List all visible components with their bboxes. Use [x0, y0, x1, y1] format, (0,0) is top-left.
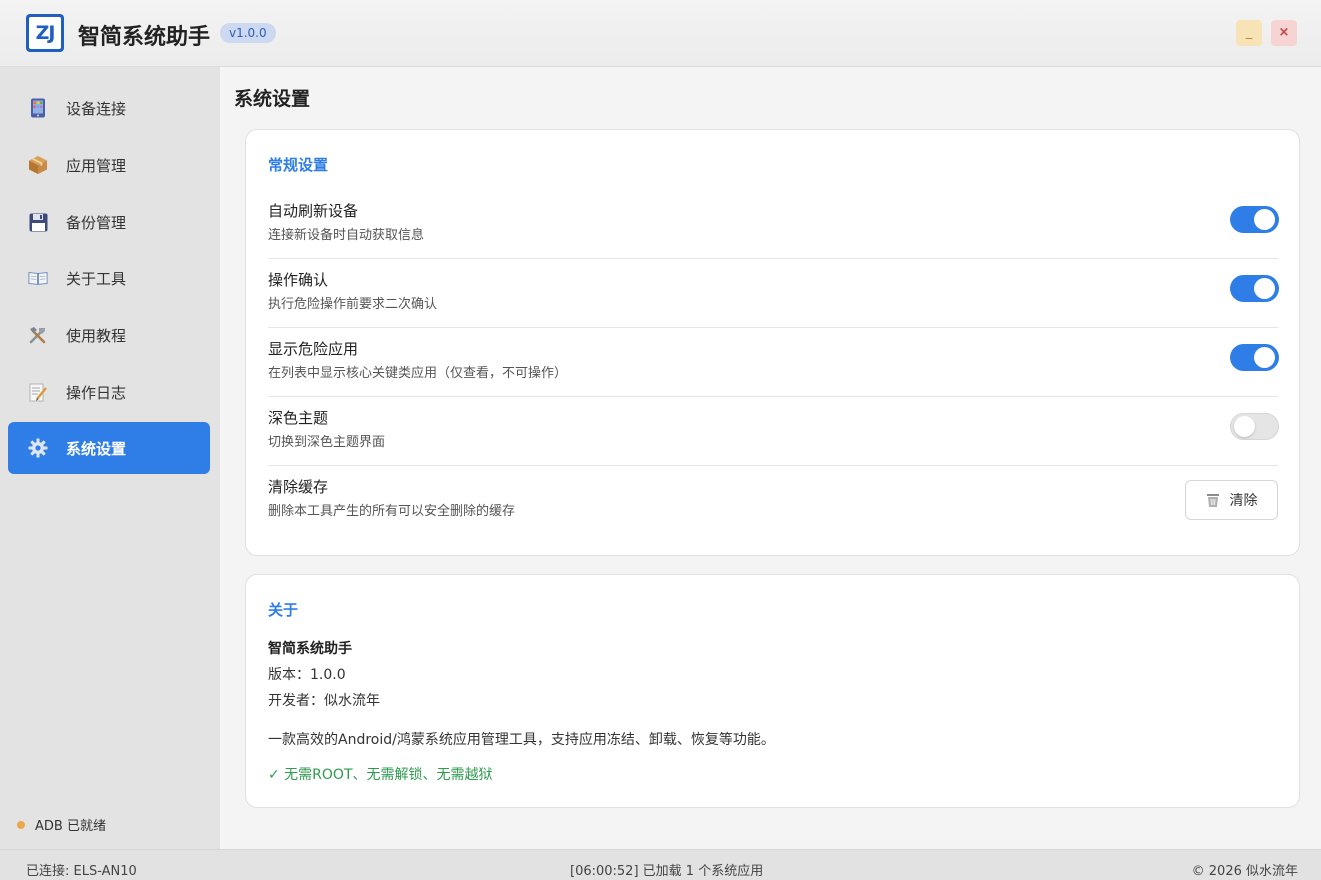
setting-auto-refresh: 自动刷新设备 连接新设备时自动获取信息	[268, 190, 1279, 259]
sidebar: 设备连接 应用管理 备份管理 关于工具 使用教程 操作日志 系统设置 ADB 已…	[0, 67, 220, 849]
title-bar: ZJ 智简系统助手 v1.0.0 _ ×	[0, 0, 1321, 67]
copyright: © 2026 似水流年	[1191, 864, 1298, 879]
setting-desc: 连接新设备时自动获取信息	[268, 228, 425, 243]
about-version: 版本：1.0.0	[268, 664, 346, 684]
memo-icon	[28, 382, 48, 402]
sidebar-item-label: 操作日志	[66, 383, 127, 402]
floppy-disk-icon	[28, 212, 48, 232]
clear-cache-button[interactable]: 清除	[1185, 480, 1278, 520]
version-badge: v1.0.0	[220, 23, 276, 43]
phone-icon	[28, 98, 48, 118]
page-title: 系统设置	[234, 88, 311, 110]
general-settings-card: 常规设置 自动刷新设备 连接新设备时自动获取信息 操作确认 执行危险操作前要求二…	[245, 129, 1300, 556]
about-app-name: 智简系统助手	[268, 641, 352, 657]
sidebar-item-label: 系统设置	[66, 439, 127, 458]
dark-theme-toggle[interactable]	[1230, 413, 1279, 440]
about-developer: 开发者：似水流年	[268, 690, 380, 710]
main-content: 系统设置 常规设置 自动刷新设备 连接新设备时自动获取信息 操作确认 执行危险操…	[220, 67, 1321, 849]
about-card: 关于 智简系统助手 版本：1.0.0 开发者：似水流年 一款高效的Android…	[245, 574, 1300, 808]
sidebar-item-system-settings[interactable]: 系统设置	[8, 422, 210, 474]
section-title: 常规设置	[268, 156, 329, 174]
minimize-button[interactable]: _	[1236, 20, 1262, 46]
setting-name: 自动刷新设备	[268, 202, 359, 220]
toggle-knob	[1254, 347, 1275, 368]
sidebar-item-tutorial[interactable]: 使用教程	[8, 309, 210, 361]
setting-show-dangerous-apps: 显示危险应用 在列表中显示核心关键类应用（仅查看，不可操作）	[268, 328, 1279, 397]
status-bar: 已连接: ELS-AN10 [06:00:52] 已加载 1 个系统应用 © 2…	[0, 849, 1321, 880]
setting-desc: 删除本工具产生的所有可以安全删除的缓存	[268, 504, 516, 519]
developer-label: 开发者：	[268, 693, 324, 709]
version-value: 1.0.0	[310, 667, 346, 683]
log-status: [06:00:52] 已加载 1 个系统应用	[570, 864, 764, 879]
about-description: 一款高效的Android/鸿蒙系统应用管理工具，支持应用冻结、卸载、恢复等功能。	[268, 732, 775, 748]
trash-icon	[1206, 493, 1220, 508]
setting-operation-confirm: 操作确认 执行危险操作前要求二次确认	[268, 259, 1279, 328]
clear-button-label: 清除	[1229, 493, 1258, 509]
sidebar-item-operation-log[interactable]: 操作日志	[8, 366, 210, 418]
package-icon	[28, 155, 48, 175]
show-dangerous-apps-toggle[interactable]	[1230, 344, 1279, 371]
adb-status-text: ADB 已就绪	[35, 819, 106, 834]
auto-refresh-toggle[interactable]	[1230, 206, 1279, 233]
setting-desc: 切换到深色主题界面	[268, 435, 386, 450]
setting-name: 显示危险应用	[268, 340, 359, 358]
setting-clear-cache: 清除缓存 删除本工具产生的所有可以安全删除的缓存 清除	[268, 466, 1278, 535]
setting-name: 深色主题	[268, 409, 329, 427]
adb-status: ADB 已就绪	[17, 815, 106, 834]
book-icon	[28, 268, 48, 288]
about-features: ✓ 无需ROOT、无需解锁、无需越狱	[268, 767, 493, 783]
setting-dark-theme: 深色主题 切换到深色主题界面	[268, 397, 1279, 466]
setting-desc: 执行危险操作前要求二次确认	[268, 297, 438, 312]
sidebar-item-label: 备份管理	[66, 213, 127, 232]
sidebar-item-device-connect[interactable]: 设备连接	[8, 82, 210, 134]
version-label: 版本：	[268, 667, 310, 683]
tools-icon	[28, 325, 48, 345]
toggle-knob	[1234, 416, 1255, 437]
sidebar-item-label: 关于工具	[66, 269, 127, 288]
app-logo: ZJ	[26, 14, 64, 52]
app-title: 智简系统助手	[78, 25, 211, 50]
developer-value: 似水流年	[324, 693, 380, 709]
operation-confirm-toggle[interactable]	[1230, 275, 1279, 302]
sidebar-item-label: 应用管理	[66, 156, 127, 175]
sidebar-item-label: 设备连接	[66, 99, 127, 118]
sidebar-item-about-tool[interactable]: 关于工具	[8, 252, 210, 304]
section-title: 关于	[268, 601, 299, 619]
sidebar-item-label: 使用教程	[66, 326, 127, 345]
toggle-knob	[1254, 278, 1275, 299]
gear-icon	[28, 438, 48, 458]
connection-status: 已连接: ELS-AN10	[26, 864, 137, 879]
toggle-knob	[1254, 209, 1275, 230]
close-button[interactable]: ×	[1271, 20, 1297, 46]
sidebar-item-app-manage[interactable]: 应用管理	[8, 139, 210, 191]
sidebar-item-backup-manage[interactable]: 备份管理	[8, 196, 210, 248]
setting-name: 清除缓存	[268, 478, 329, 496]
setting-name: 操作确认	[268, 271, 329, 289]
app-logo-text: ZJ	[29, 17, 61, 49]
status-dot	[17, 820, 25, 829]
setting-desc: 在列表中显示核心关键类应用（仅查看，不可操作）	[268, 366, 568, 381]
